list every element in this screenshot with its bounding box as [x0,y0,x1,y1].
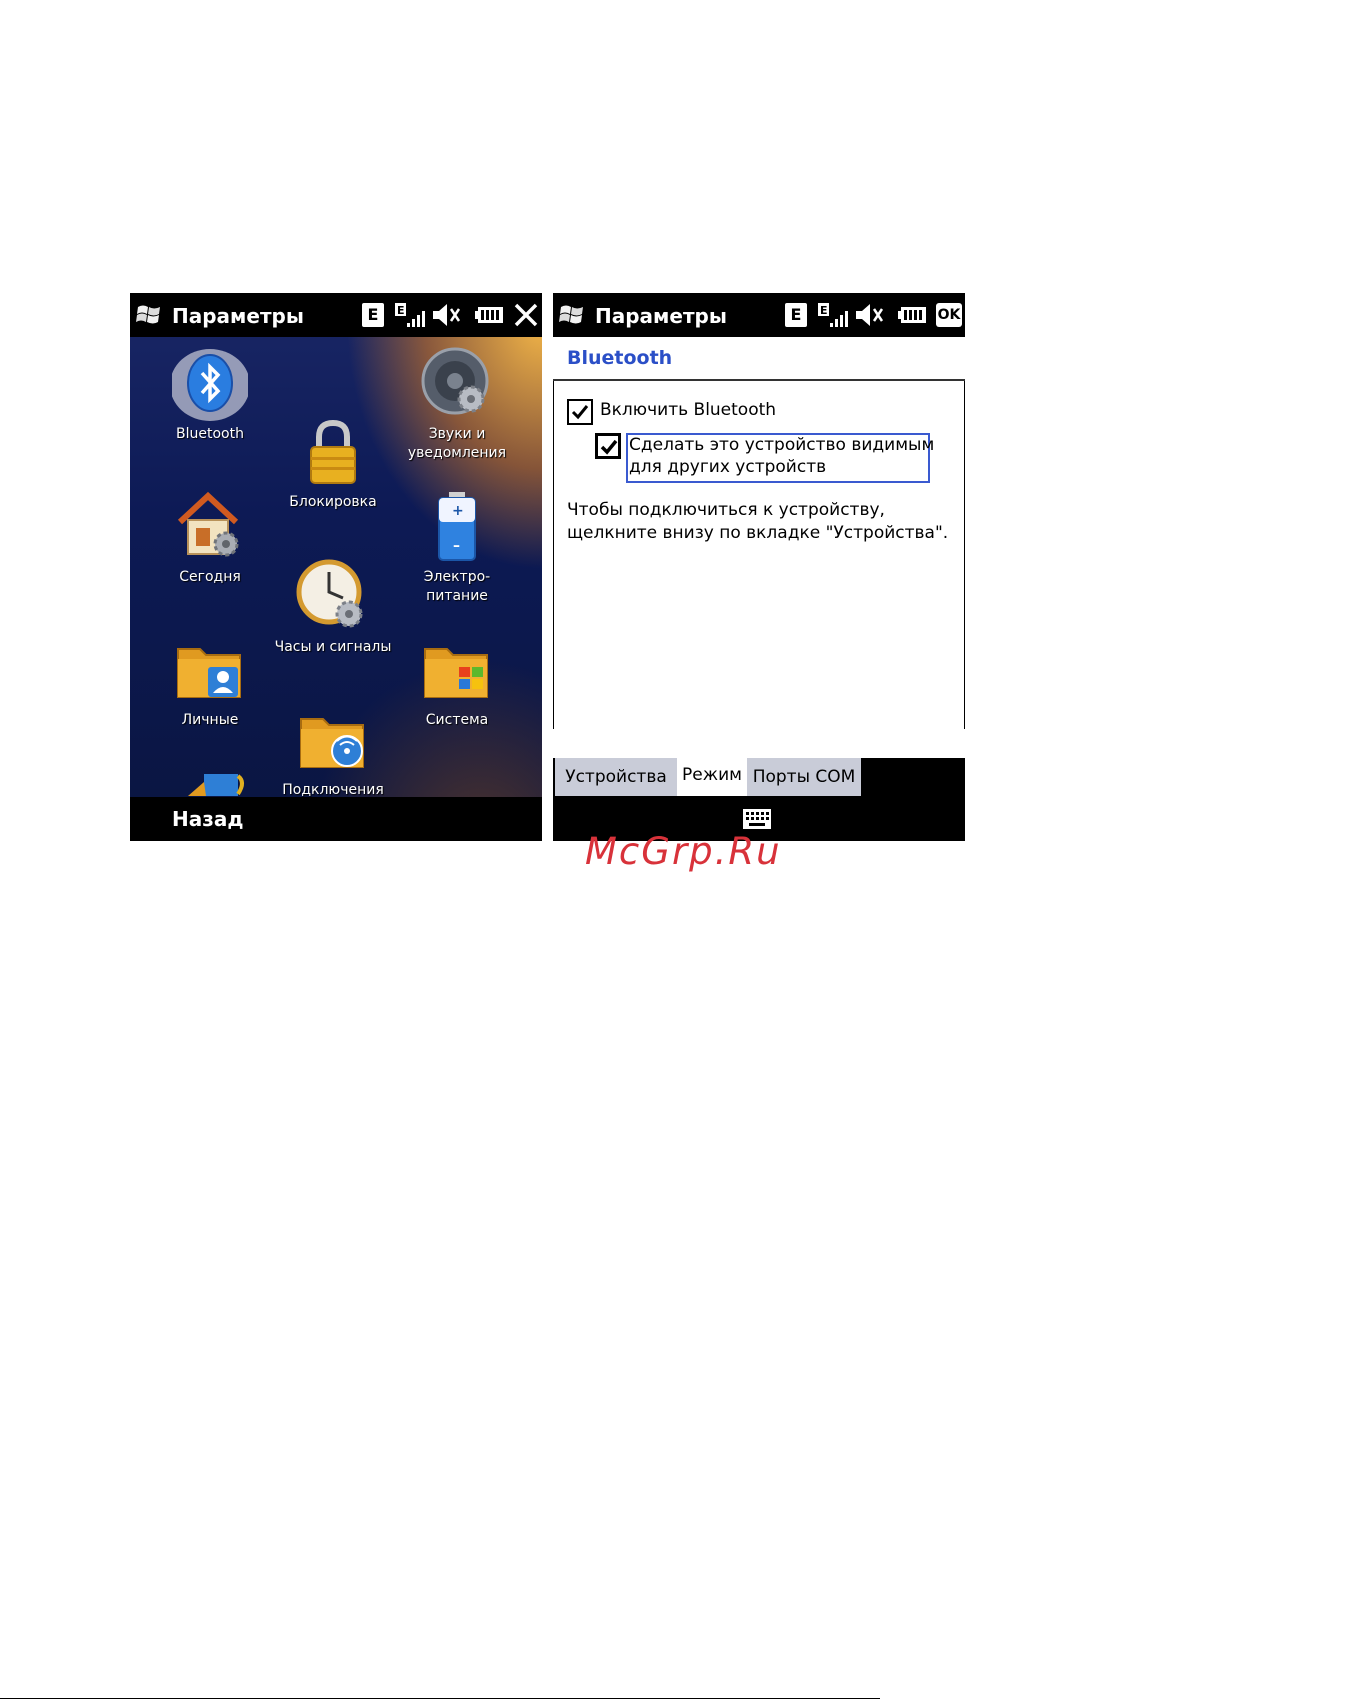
tab-strip: Устройства Режим Порты COM [553,756,965,798]
tab-devices[interactable]: Устройства [555,758,677,796]
windows-start-icon[interactable] [136,302,162,328]
signal-strength-icon: E [818,303,848,327]
visible-device-label-line2[interactable]: для других устройств [629,456,826,479]
section-header-text: Bluetooth [567,347,673,369]
tile-clock[interactable]: Часы и сигналы [268,558,398,657]
tile-label: Система [425,712,489,728]
visible-device-label-line1[interactable]: Сделать это устройство видимым [629,434,934,457]
house-gear-icon [177,491,239,557]
volume-mute-icon[interactable] [853,301,885,329]
svg-text:+: + [452,503,464,519]
instruction-line1: Чтобы подключиться к устройству, [567,500,885,520]
settings-screen: Параметры E E Bluetooth Звуки и уведомле… [130,293,542,841]
back-softkey[interactable]: Назад [172,807,244,831]
partial-tile-icon [188,774,244,796]
enable-bluetooth-checkbox[interactable] [567,399,593,425]
tile-label: Сегодня [179,569,241,585]
speaker-gear-icon [421,347,489,415]
section-header: Bluetooth [553,337,965,381]
title-bar: Параметры E E [130,293,542,337]
windows-start-icon[interactable] [559,302,585,328]
instruction-line2: щелкните внизу по вкладке "Устройства". [567,523,949,543]
volume-mute-icon[interactable] [430,301,462,329]
checkmark-icon [600,439,618,455]
signal-strength-icon: E [395,303,425,327]
watermark-text: McGrp.Ru [585,830,782,873]
ok-button[interactable]: OK [936,303,962,327]
tile-label: Блокировка [289,494,377,510]
page-title: Параметры [172,304,304,328]
tile-label: Часы и сигналы [274,639,392,655]
battery-icon[interactable] [898,305,928,325]
bluetooth-settings-screen: Параметры E E OK Bluetooth Включить Blue… [553,293,965,841]
padlock-icon [310,419,356,484]
tile-bluetooth[interactable]: Bluetooth [145,345,275,444]
tile-label: Электро- [423,569,491,585]
keyboard-icon[interactable] [742,808,772,830]
folder-windows-icon [424,648,488,698]
tile-label-line2: питание [426,588,488,604]
folder-wireless-icon [300,718,364,768]
tile-label: Bluetooth [176,426,244,442]
enable-bluetooth-label[interactable]: Включить Bluetooth [600,399,776,422]
tab-mode[interactable]: Режим [677,756,747,796]
clock-gear-icon [296,559,363,628]
tile-power[interactable]: + – Электро- питание [392,488,522,606]
tile-today[interactable]: Сегодня [145,488,275,587]
close-icon[interactable] [512,301,540,329]
tile-personal[interactable]: Личные [145,631,275,730]
title-bar: Параметры E E OK [553,293,965,337]
soft-key-bar: Назад [130,797,542,841]
checkmark-icon [571,405,589,420]
folder-person-icon [177,648,241,698]
tile-sounds[interactable]: Звуки и уведомления [392,345,522,463]
tile-label: Личные [181,712,239,728]
visible-device-checkbox[interactable] [595,433,621,459]
tile-label: Звуки и уведомления [407,426,507,461]
svg-text:E: E [397,304,405,317]
bluetooth-icon [172,349,248,421]
edge-network-icon: E [785,303,807,327]
tab-com-ports[interactable]: Порты COM [747,758,861,796]
tile-connections[interactable]: Подключения [268,701,398,800]
tile-system[interactable]: Система [392,631,522,730]
page-title: Параметры [595,304,727,328]
battery-icon: + – [438,492,476,561]
svg-text:–: – [453,538,460,554]
edge-network-icon: E [362,303,384,327]
svg-text:E: E [820,304,828,317]
instruction-text: Чтобы подключиться к устройству, щелкнит… [567,499,949,545]
battery-icon[interactable] [475,305,505,325]
tile-lock[interactable]: Блокировка [268,413,398,512]
footer-divider [0,1698,880,1699]
